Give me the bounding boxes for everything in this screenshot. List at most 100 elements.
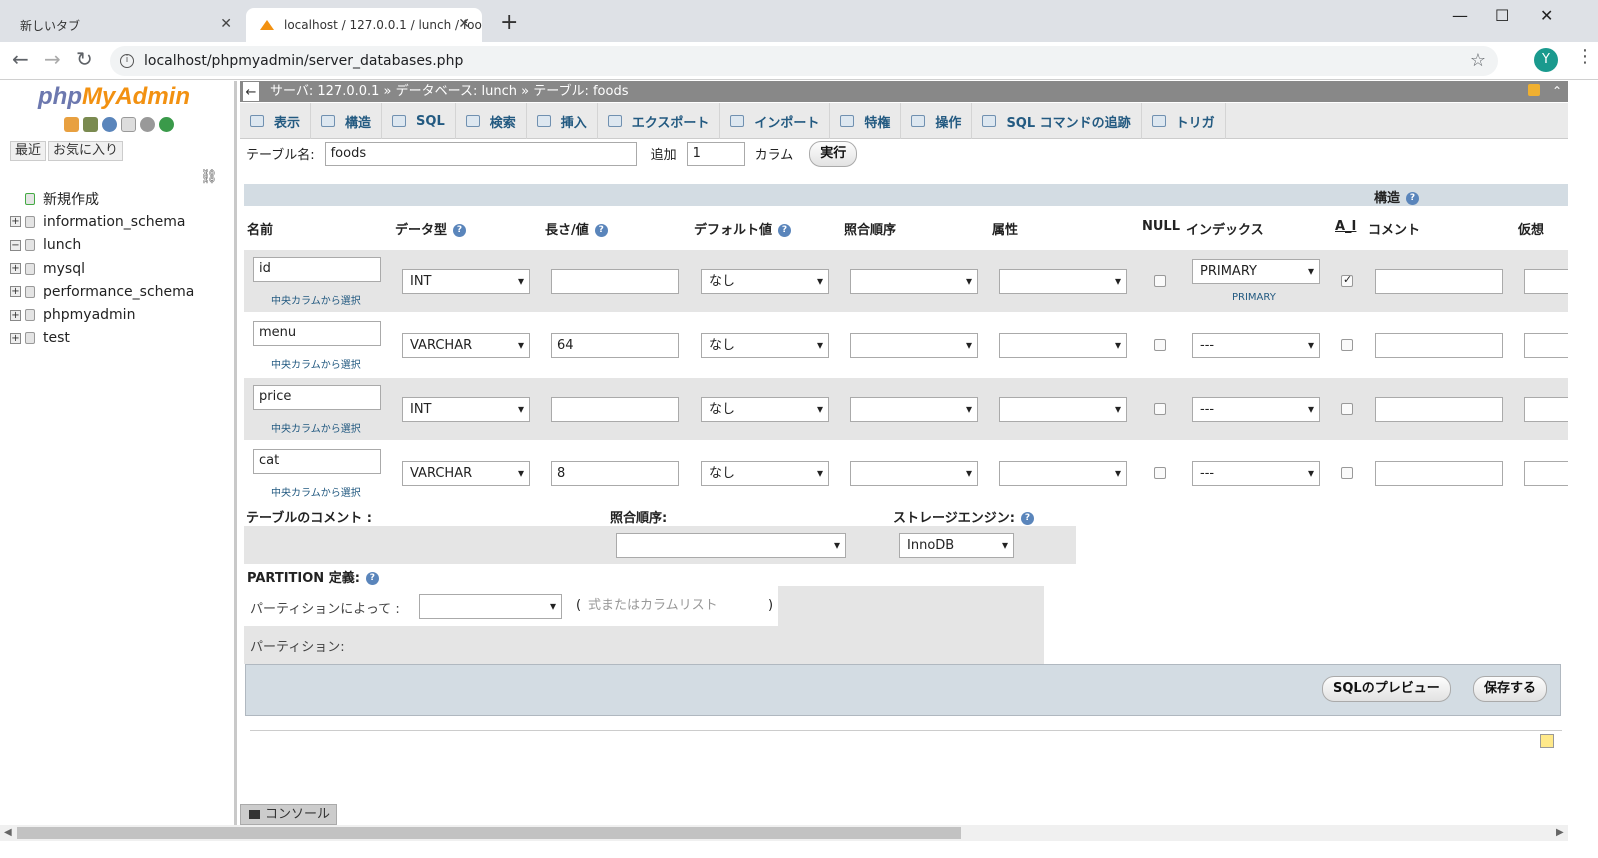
go-button[interactable]: 実行: [809, 140, 858, 167]
field-attribute-select[interactable]: [999, 269, 1127, 294]
lock-icon[interactable]: [1528, 84, 1540, 96]
tab-tracking[interactable]: SQL コマンドの追跡: [972, 103, 1142, 139]
tree-item-lunch[interactable]: − lunch: [10, 234, 194, 257]
field-ai-checkbox[interactable]: [1341, 273, 1353, 287]
profile-avatar[interactable]: Y: [1534, 48, 1558, 72]
breadcrumb-database[interactable]: データベース: lunch: [396, 84, 517, 99]
tab-import[interactable]: インポート: [720, 103, 831, 139]
expand-icon[interactable]: +: [10, 309, 21, 321]
field-collation-select[interactable]: [850, 397, 978, 422]
bookmark-star-icon[interactable]: ☆: [1470, 50, 1486, 71]
home-icon[interactable]: [64, 117, 79, 132]
horizontal-scrollbar[interactable]: ◀ ▶: [0, 825, 1568, 841]
close-window-icon[interactable]: ✕: [1540, 6, 1553, 25]
tree-item-phpmyadmin[interactable]: + phpmyadmin: [10, 303, 194, 326]
field-default-select[interactable]: なし: [701, 333, 829, 358]
field-default-select[interactable]: なし: [701, 397, 829, 422]
scrollbar-thumb[interactable]: [17, 827, 961, 839]
field-length-input[interactable]: [551, 397, 679, 422]
tab-export[interactable]: エクスポート: [598, 103, 721, 139]
help-icon[interactable]: ?: [1020, 512, 1034, 525]
help-icon[interactable]: ?: [778, 224, 792, 237]
add-columns-count-input[interactable]: 1: [686, 141, 745, 166]
field-name-input[interactable]: menu: [253, 321, 381, 346]
tab-phpmyadmin[interactable]: localhost / 127.0.0.1 / lunch / foo ✕: [246, 8, 482, 42]
help-icon[interactable]: ?: [594, 224, 608, 237]
field-virtual-select[interactable]: [1524, 333, 1568, 358]
field-ai-checkbox[interactable]: [1341, 339, 1353, 351]
field-type-select[interactable]: INT: [402, 397, 530, 422]
info-icon[interactable]: i: [120, 54, 134, 68]
tab-new-tab[interactable]: 新しいタブ ✕: [0, 8, 244, 42]
field-collation-select[interactable]: [850, 333, 978, 358]
database-icon[interactable]: [83, 117, 98, 132]
field-name-input[interactable]: price: [253, 385, 381, 410]
partition-expression-input[interactable]: 式またはカラムリスト: [588, 594, 762, 613]
field-type-select[interactable]: VARCHAR: [402, 333, 530, 358]
reload-icon[interactable]: ↻: [76, 49, 93, 69]
help-icon[interactable]: ?: [453, 224, 467, 237]
scroll-left-icon[interactable]: ◀: [4, 825, 12, 841]
new-tab-button[interactable]: +: [500, 12, 518, 34]
tab-sql[interactable]: SQL: [382, 103, 456, 139]
tab-close-icon[interactable]: ✕: [220, 16, 232, 32]
back-arrow-icon[interactable]: ←: [12, 49, 29, 69]
field-null-checkbox[interactable]: [1154, 403, 1166, 415]
page-settings-icon[interactable]: [1540, 734, 1554, 748]
url-field[interactable]: i localhost/phpmyadmin/server_databases.…: [110, 46, 1498, 76]
collapse-icon[interactable]: −: [10, 239, 21, 251]
field-attribute-select[interactable]: [999, 461, 1127, 486]
field-collation-select[interactable]: [850, 269, 978, 294]
field-index-select[interactable]: ---: [1192, 333, 1320, 358]
breadcrumb-server[interactable]: サーバ: 127.0.0.1: [270, 84, 379, 99]
tree-item-new[interactable]: 新規作成: [10, 187, 194, 210]
tree-item-information-schema[interactable]: + information_schema: [10, 210, 194, 233]
field-virtual-select[interactable]: [1524, 461, 1568, 486]
reload-icon[interactable]: [159, 117, 174, 132]
tab-close-icon[interactable]: ✕: [458, 16, 470, 32]
field-ai-checkbox[interactable]: [1341, 403, 1353, 415]
field-null-checkbox[interactable]: [1154, 275, 1166, 287]
field-collation-select[interactable]: [850, 461, 978, 486]
field-comment-input[interactable]: [1375, 269, 1503, 294]
field-comment-input[interactable]: [1375, 461, 1503, 486]
central-columns-link[interactable]: 中央カラムから選択: [271, 292, 361, 307]
field-virtual-select[interactable]: [1524, 269, 1568, 294]
link-icon[interactable]: ⛓: [200, 169, 218, 185]
field-null-checkbox[interactable]: [1154, 467, 1166, 479]
field-length-input[interactable]: 64: [551, 333, 679, 358]
tree-item-mysql[interactable]: + mysql: [10, 257, 194, 280]
field-type-select[interactable]: VARCHAR: [402, 461, 530, 486]
field-default-select[interactable]: なし: [701, 269, 829, 294]
field-type-select[interactable]: INT: [402, 269, 530, 294]
tree-item-test[interactable]: + test: [10, 327, 194, 350]
expand-icon[interactable]: +: [10, 286, 21, 298]
table-name-input[interactable]: foods: [324, 141, 637, 166]
tab-operations[interactable]: 操作: [901, 103, 973, 139]
minimize-icon[interactable]: —: [1452, 6, 1468, 25]
field-attribute-select[interactable]: [999, 397, 1127, 422]
vertical-scrollbar[interactable]: [1568, 81, 1598, 841]
field-null-checkbox[interactable]: [1154, 339, 1166, 351]
sql-preview-button[interactable]: SQLのプレビュー: [1322, 676, 1451, 702]
help-icon[interactable]: [102, 117, 117, 132]
tab-privileges[interactable]: 特権: [830, 103, 902, 139]
tab-search[interactable]: 検索: [456, 103, 527, 139]
field-index-select[interactable]: PRIMARY: [1192, 259, 1320, 284]
central-columns-link[interactable]: 中央カラムから選択: [271, 356, 361, 371]
field-index-select[interactable]: ---: [1192, 397, 1320, 422]
collapse-header-icon[interactable]: ⌃: [1552, 81, 1562, 102]
settings-icon[interactable]: [140, 117, 155, 132]
field-ai-checkbox[interactable]: [1341, 467, 1353, 479]
docs-icon[interactable]: [121, 117, 136, 132]
field-name-input[interactable]: cat: [253, 449, 381, 474]
field-comment-input[interactable]: [1375, 397, 1503, 422]
partition-by-select[interactable]: [419, 594, 562, 619]
help-icon[interactable]: ?: [365, 572, 379, 585]
field-virtual-select[interactable]: [1524, 397, 1568, 422]
tab-browse[interactable]: 表示: [240, 103, 312, 139]
breadcrumb-table[interactable]: テーブル: foods: [533, 84, 628, 99]
maximize-icon[interactable]: ☐: [1495, 6, 1509, 25]
browser-menu-icon[interactable]: ⋮: [1576, 48, 1594, 66]
field-length-input[interactable]: [551, 269, 679, 294]
